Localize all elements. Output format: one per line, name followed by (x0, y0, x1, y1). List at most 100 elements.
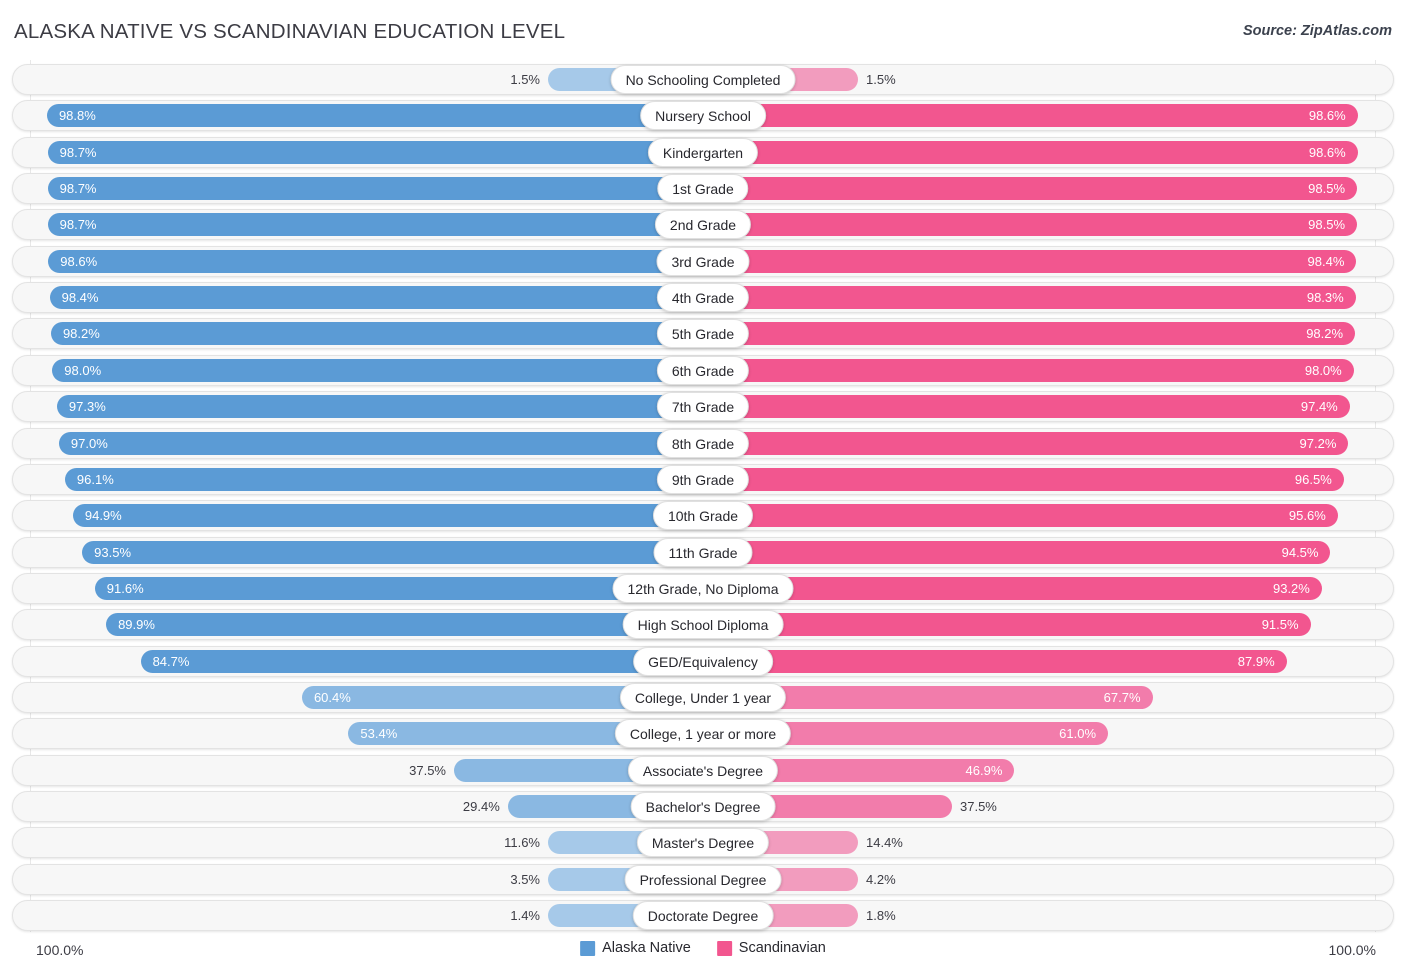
bar-alaska-native[interactable] (140, 649, 703, 673)
chart-row: 98.4% 98.3% 4th Grade (12, 282, 1394, 314)
chart-row: 53.4% 61.0% College, 1 year or more (12, 718, 1394, 750)
bar-alaska-native[interactable] (56, 395, 703, 419)
bar-alaska-native[interactable] (47, 177, 703, 201)
value-label-alaska-native: 98.7% (59, 217, 97, 233)
category-label-pill: College, 1 year or more (614, 719, 792, 749)
bar-alaska-native[interactable] (52, 358, 703, 382)
bar-alaska-native[interactable] (49, 286, 703, 310)
chart-root: ALASKA NATIVE VS SCANDINAVIAN EDUCATION … (0, 0, 1406, 975)
bar-scandinavian[interactable] (703, 431, 1349, 455)
value-label-alaska-native: 11.6% (504, 835, 540, 851)
chart-row: 84.7% 87.9% GED/Equivalency (12, 645, 1394, 677)
chart-row: 98.2% 98.2% 5th Grade (12, 318, 1394, 350)
value-label-alaska-native: 84.7% (152, 653, 190, 669)
chart-row: 91.6% 93.2% 12th Grade, No Diploma (12, 572, 1394, 604)
category-label-pill: No Schooling Completed (610, 65, 796, 94)
bar-scandinavian[interactable] (703, 104, 1358, 128)
legend-swatch-icon (716, 940, 732, 956)
value-label-scandinavian: 98.6% (1308, 144, 1346, 160)
category-label-pill: GED/Equivalency (633, 646, 773, 676)
bar-alaska-native[interactable] (50, 322, 703, 346)
page-title: ALASKA NATIVE VS SCANDINAVIAN EDUCATION … (14, 20, 566, 43)
legend-item[interactable]: Alaska Native (580, 940, 691, 956)
bar-scandinavian[interactable] (703, 467, 1344, 491)
chart-row: 98.0% 98.0% 6th Grade (12, 354, 1394, 386)
value-label-alaska-native: 98.6% (60, 253, 98, 269)
chart-row: 94.9% 95.6% 10th Grade (12, 500, 1394, 532)
bar-scandinavian[interactable] (703, 140, 1358, 164)
legend-label: Alaska Native (602, 940, 691, 956)
legend-label: Scandinavian (738, 940, 826, 956)
bar-alaska-native[interactable] (48, 249, 703, 273)
category-label-pill: Bachelor's Degree (630, 792, 776, 821)
bar-alaska-native[interactable] (46, 104, 703, 128)
chart-row: 11.6% 14.4% Master's Degree (12, 827, 1394, 859)
category-label-pill: College, Under 1 year (619, 682, 787, 712)
chart-footer: 100.0% 100.0% Alaska Native Scandinavian (0, 934, 1406, 975)
chart-row: 98.8% 98.6% Nursery School (12, 100, 1394, 132)
category-label-pill: 10th Grade (652, 501, 754, 531)
category-label-pill: Nursery School (640, 101, 766, 131)
bar-scandinavian[interactable] (703, 576, 1322, 600)
value-label-alaska-native: 29.4% (462, 799, 500, 814)
bar-scandinavian[interactable] (703, 504, 1338, 528)
category-label-pill: 12th Grade, No Diploma (612, 573, 794, 603)
value-label-alaska-native: 98.8% (58, 108, 96, 124)
bar-scandinavian[interactable] (703, 249, 1357, 273)
value-label-alaska-native: 37.5% (409, 762, 446, 778)
bar-alaska-native[interactable] (72, 504, 703, 528)
value-label-scandinavian: 98.5% (1308, 181, 1346, 197)
value-label-scandinavian: 91.5% (1261, 617, 1299, 633)
value-label-alaska-native: 53.4% (360, 726, 398, 742)
value-label-alaska-native: 60.4% (313, 689, 351, 705)
bar-alaska-native[interactable] (58, 431, 703, 455)
bar-alaska-native[interactable] (47, 213, 703, 237)
category-label-pill: 3rd Grade (656, 246, 750, 276)
value-label-scandinavian: 46.9% (965, 762, 1003, 778)
value-label-scandinavian: 98.5% (1308, 217, 1346, 233)
value-label-scandinavian: 37.5% (960, 799, 997, 814)
bar-scandinavian[interactable] (703, 322, 1356, 346)
value-label-scandinavian: 98.0% (1304, 362, 1342, 378)
chart-legend: Alaska Native Scandinavian (580, 940, 826, 956)
chart-row: 1.5% 1.5% No Schooling Completed (12, 64, 1394, 95)
axis-max-left: 100.0% (36, 942, 84, 958)
bar-scandinavian[interactable] (703, 358, 1354, 382)
category-label-pill: 5th Grade (656, 319, 750, 349)
bar-scandinavian[interactable] (703, 213, 1358, 237)
category-label-pill: Associate's Degree (627, 755, 779, 785)
chart-row: 98.7% 98.5% 1st Grade (12, 173, 1394, 205)
bar-scandinavian[interactable] (703, 540, 1331, 564)
value-label-alaska-native: 98.0% (64, 362, 102, 378)
chart-row: 97.3% 97.4% 7th Grade (12, 391, 1394, 423)
value-label-scandinavian: 14.4% (866, 835, 903, 851)
bar-scandinavian[interactable] (703, 395, 1350, 419)
chart-row: 93.5% 94.5% 11th Grade (12, 536, 1394, 568)
bars-plot-area: 1.5% 1.5% No Schooling Completed 98.8% 98.6%… (0, 60, 1406, 932)
bar-scandinavian[interactable] (703, 177, 1358, 201)
value-label-scandinavian: 97.4% (1300, 399, 1338, 415)
chart-row: 37.5% 46.9% Associate's Degree (12, 754, 1394, 786)
bar-alaska-native[interactable] (106, 613, 703, 637)
chart-row: 1.4% 1.8% Doctorate Degree (12, 900, 1394, 932)
category-label-pill: 9th Grade (656, 464, 750, 494)
value-label-scandinavian: 87.9% (1237, 653, 1275, 669)
bar-scandinavian[interactable] (703, 649, 1287, 673)
source-attribution: Source: ZipAtlas.com (1242, 23, 1392, 39)
category-label-pill: Master's Degree (636, 828, 770, 858)
category-label-pill: Doctorate Degree (632, 901, 774, 931)
bar-alaska-native[interactable] (47, 140, 703, 164)
chart-row: 97.0% 97.2% 8th Grade (12, 427, 1394, 459)
axis-max-right: 100.0% (1328, 942, 1376, 958)
bar-scandinavian[interactable] (703, 286, 1356, 310)
bar-alaska-native[interactable] (82, 540, 703, 564)
bar-scandinavian[interactable] (703, 613, 1311, 637)
legend-item[interactable]: Scandinavian (716, 940, 826, 956)
value-label-scandinavian: 96.5% (1294, 471, 1332, 487)
value-label-alaska-native: 1.5% (510, 72, 540, 87)
bar-alaska-native[interactable] (64, 467, 703, 491)
value-label-scandinavian: 1.8% (866, 908, 896, 924)
value-label-scandinavian: 97.2% (1299, 435, 1337, 451)
category-label-pill: Professional Degree (624, 864, 782, 894)
value-label-alaska-native: 98.7% (59, 144, 97, 160)
